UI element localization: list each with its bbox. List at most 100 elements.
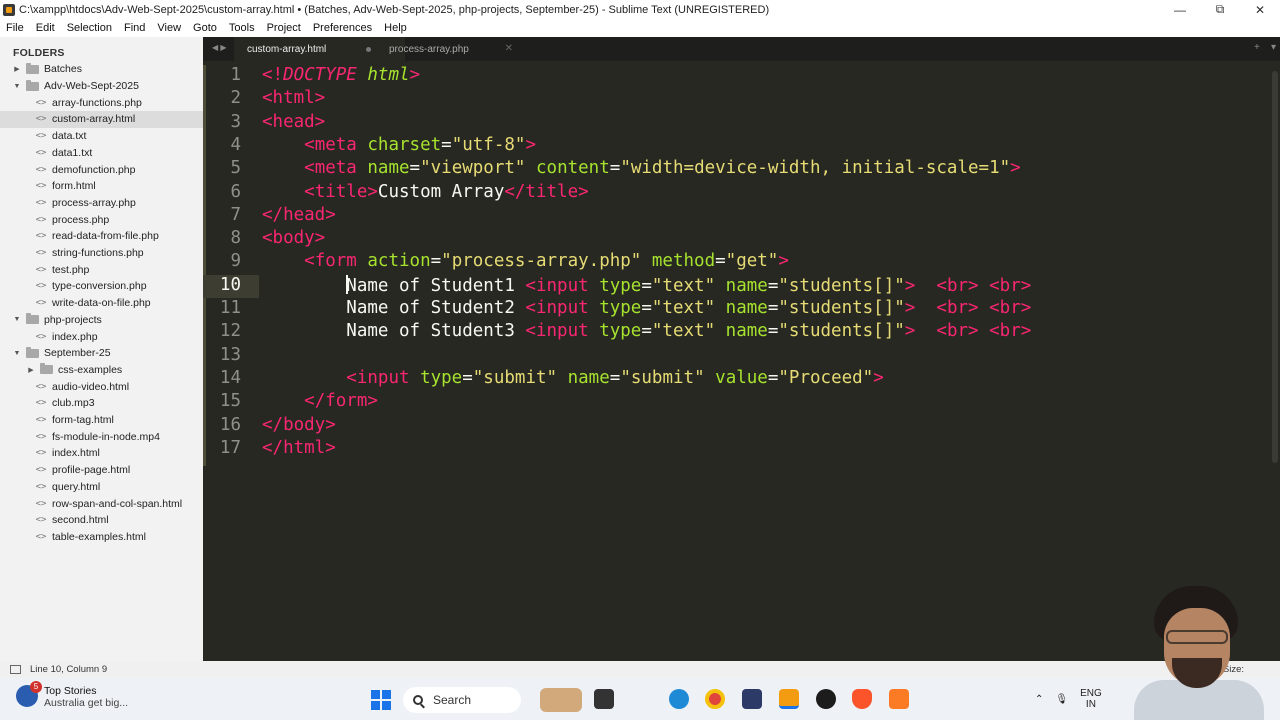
windows-start-icon[interactable]	[371, 690, 391, 710]
tab-tools[interactable]: + ▾	[1254, 42, 1276, 53]
tree-item-label: write-data-on-file.php	[52, 297, 151, 310]
code-token: Name of Student3	[346, 321, 526, 342]
file-item[interactable]: <> custom-array.html	[0, 111, 203, 128]
code-line[interactable]: 17 </html>	[203, 438, 1280, 461]
code-line[interactable]: 7 </head>	[203, 205, 1280, 228]
menu-file[interactable]: File	[0, 22, 30, 34]
file-item[interactable]: <> type-conversion.php	[0, 278, 203, 295]
news-widget[interactable]: 5 Top Stories Australia get big...	[16, 681, 128, 709]
tab-process-array[interactable]: process-array.php ✕	[379, 37, 519, 61]
chevron-down-icon[interactable]: ▼	[12, 316, 22, 323]
code-line[interactable]: 15 </form>	[203, 391, 1280, 414]
code-line[interactable]: 12 Name of Student3 <input type="text" n…	[203, 321, 1280, 344]
code-token: =	[767, 321, 779, 342]
code-line[interactable]: 16 </body>	[203, 415, 1280, 438]
obs-icon[interactable]	[816, 689, 836, 709]
menu-find[interactable]: Find	[118, 22, 151, 34]
folder-item[interactable]: ▶ css-examples	[0, 362, 203, 379]
modified-dot-icon[interactable]	[366, 47, 371, 52]
close-tab-icon[interactable]: ✕	[505, 43, 513, 54]
language-indicator[interactable]: ENG IN	[1080, 688, 1102, 710]
file-item[interactable]: <> write-data-on-file.php	[0, 295, 203, 312]
folder-item[interactable]: ▶ Batches	[0, 61, 203, 78]
code-token: type	[599, 321, 642, 342]
code-line[interactable]: 2 <html>	[203, 88, 1280, 111]
folder-item[interactable]: ▼ php-projects	[0, 312, 203, 329]
file-item[interactable]: <> form-tag.html	[0, 412, 203, 429]
file-item[interactable]: <> test.php	[0, 261, 203, 278]
file-item[interactable]: <> audio-video.html	[0, 378, 203, 395]
file-item[interactable]: <> club.mp3	[0, 395, 203, 412]
menu-project[interactable]: Project	[261, 22, 307, 34]
brave-icon[interactable]	[852, 689, 872, 709]
xampp-icon[interactable]	[889, 689, 909, 709]
minimize-button[interactable]: —	[1160, 3, 1200, 17]
code-line[interactable]: 8 <body>	[203, 228, 1280, 251]
code-line[interactable]: 3 <head>	[203, 112, 1280, 135]
menu-goto[interactable]: Goto	[187, 22, 223, 34]
menu-preferences[interactable]: Preferences	[307, 22, 378, 34]
menu-selection[interactable]: Selection	[61, 22, 118, 34]
code-line[interactable]: 5 <meta name="viewport" content="width=d…	[203, 158, 1280, 181]
code-line[interactable]: 13	[203, 345, 1280, 368]
code-token: </title>	[504, 181, 589, 202]
file-item[interactable]: <> index.php	[0, 328, 203, 345]
chevron-right-icon[interactable]: ▶	[26, 366, 36, 374]
code-token: <meta	[304, 134, 357, 155]
taskbar-search[interactable]: Search	[403, 687, 521, 713]
file-item[interactable]: <> fs-module-in-node.mp4	[0, 428, 203, 445]
microphone-icon[interactable]: 🎙	[1055, 694, 1068, 705]
menu-view[interactable]: View	[151, 22, 187, 34]
chevron-right-icon[interactable]: ▶	[12, 65, 22, 73]
tab-nav-arrows[interactable]: ◀ ▶	[212, 43, 227, 52]
code-line[interactable]: 11 Name of Student2 <input type="text" n…	[203, 298, 1280, 321]
menu-edit[interactable]: Edit	[30, 22, 61, 34]
dev-app-icon[interactable]	[742, 689, 762, 709]
panel-toggle-icon[interactable]	[10, 665, 21, 674]
code-line[interactable]: 6 <title>Custom Array</title>	[203, 182, 1280, 205]
file-item[interactable]: <> read-data-from-file.php	[0, 228, 203, 245]
file-item[interactable]: <> string-functions.php	[0, 245, 203, 262]
code-text: <meta name="viewport" content="width=dev…	[262, 158, 1021, 178]
edge-icon[interactable]	[669, 689, 689, 709]
code-line[interactable]: 10 Name of Student1 <input type="text" n…	[203, 274, 1280, 299]
file-item[interactable]: <> row-span-and-col-span.html	[0, 495, 203, 512]
folder-item[interactable]: ▼ September-25	[0, 345, 203, 362]
file-item[interactable]: <> table-examples.html	[0, 529, 203, 546]
sidebar: FOLDERS ▶ Batches ▼ Adv-Web-Sept-2025 <> arra…	[0, 37, 203, 661]
chevron-down-icon[interactable]: ▼	[12, 83, 22, 90]
menu-tools[interactable]: Tools	[223, 22, 261, 34]
file-explorer-icon[interactable]	[594, 689, 614, 709]
code-line[interactable]: 9 <form action="process-array.php" metho…	[203, 251, 1280, 274]
file-item[interactable]: <> data1.txt	[0, 145, 203, 162]
file-item[interactable]: <> data.txt	[0, 128, 203, 145]
file-icon: <>	[35, 97, 47, 108]
file-item[interactable]: <> process-array.php	[0, 195, 203, 212]
code-token: content	[536, 158, 610, 179]
chrome-icon[interactable]	[705, 689, 725, 709]
code-line[interactable]: 1 <!DOCTYPE html>	[203, 65, 1280, 88]
code-line[interactable]: 14 <input type="submit" name="submit" va…	[203, 368, 1280, 391]
file-icon: <>	[35, 465, 47, 476]
menu-help[interactable]: Help	[378, 22, 413, 34]
file-item[interactable]: <> query.html	[0, 479, 203, 496]
file-item[interactable]: <> profile-page.html	[0, 462, 203, 479]
folder-item[interactable]: ▼ Adv-Web-Sept-2025	[0, 78, 203, 95]
chevron-up-icon[interactable]: ⌃	[1035, 694, 1043, 705]
chevron-down-icon[interactable]: ▼	[12, 350, 22, 357]
vertical-scrollbar[interactable]	[1272, 71, 1278, 463]
file-item[interactable]: <> array-functions.php	[0, 94, 203, 111]
close-button[interactable]: ✕	[1240, 3, 1280, 17]
sublime-text-icon[interactable]	[779, 689, 799, 709]
file-item[interactable]: <> index.html	[0, 445, 203, 462]
file-item[interactable]: <> second.html	[0, 512, 203, 529]
maximize-button[interactable]: ⧉	[1200, 2, 1240, 17]
file-item[interactable]: <> process.php	[0, 211, 203, 228]
file-icon: <>	[35, 398, 47, 409]
code-line[interactable]: 4 <meta charset="utf-8">	[203, 135, 1280, 158]
file-item[interactable]: <> demofunction.php	[0, 161, 203, 178]
file-item[interactable]: <> form.html	[0, 178, 203, 195]
